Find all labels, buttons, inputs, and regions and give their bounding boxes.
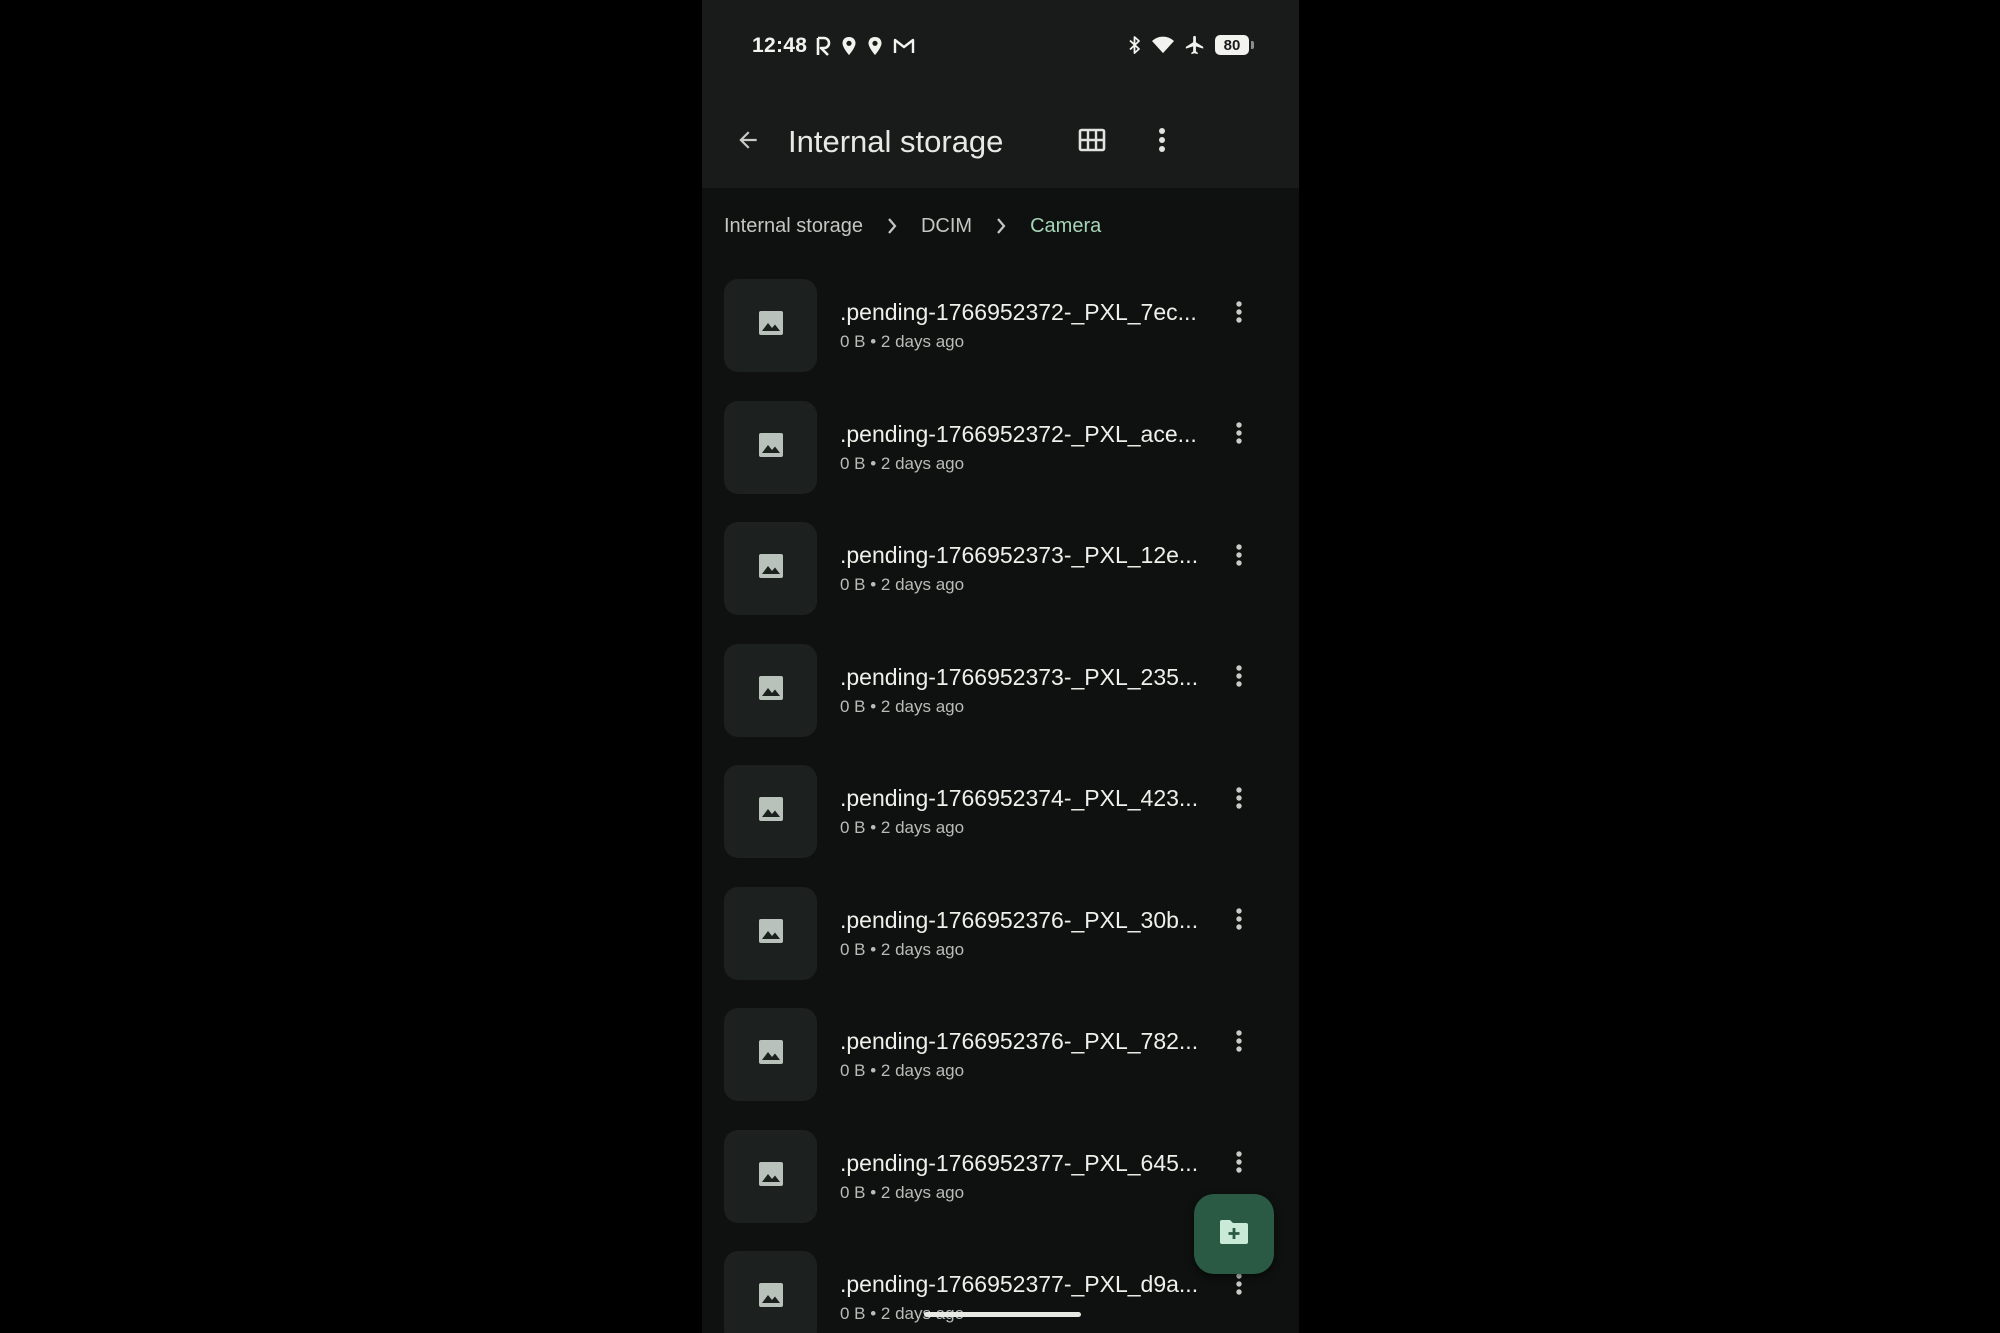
file-meta: 0 B • 2 days ago <box>840 696 965 716</box>
more-vert-icon <box>1235 664 1243 693</box>
battery-indicator: 80 <box>1215 35 1254 55</box>
status-bar: 12:48 80 <box>702 0 1299 96</box>
more-vert-icon <box>1235 1150 1243 1179</box>
file-thumbnail <box>724 522 817 615</box>
location-pin-icon <box>867 36 883 56</box>
arrow-back-icon <box>735 127 761 158</box>
grid-view-button[interactable] <box>1068 118 1116 166</box>
more-vert-icon <box>1235 421 1243 450</box>
file-meta: 0 B • 2 days ago <box>840 453 965 473</box>
image-file-icon <box>758 918 784 949</box>
file-thumbnail <box>724 886 817 980</box>
more-vert-icon <box>1235 300 1243 329</box>
file-list-item[interactable]: .pending-1766952376-_PXL_30b... 0 B • 2 … <box>702 886 1299 1009</box>
file-more-button[interactable] <box>1224 542 1254 572</box>
file-list-item[interactable]: .pending-1766952372-_PXL_7ec... 0 B • 2 … <box>702 279 1299 401</box>
file-list-item[interactable]: .pending-1766952374-_PXL_423... 0 B • 2 … <box>702 765 1299 887</box>
file-thumbnail <box>724 279 817 372</box>
more-vert-icon <box>1235 907 1243 936</box>
file-more-button[interactable] <box>1224 1271 1254 1301</box>
file-more-button[interactable] <box>1224 1028 1254 1058</box>
status-time: 12:48 <box>752 34 808 57</box>
location-pin-icon <box>841 36 857 56</box>
file-list-item[interactable]: .pending-1766952376-_PXL_782... 0 B • 2 … <box>702 1008 1299 1130</box>
chevron-right-icon <box>863 217 921 235</box>
new-folder-button[interactable] <box>1194 1194 1274 1274</box>
more-vert-icon <box>1235 543 1243 572</box>
airplane-icon <box>1184 34 1206 56</box>
file-name: .pending-1766952374-_PXL_423... <box>840 785 1199 811</box>
file-name: .pending-1766952377-_PXL_d9a... <box>840 1271 1199 1297</box>
file-more-button[interactable] <box>1224 299 1254 329</box>
image-file-icon <box>758 1161 784 1192</box>
gmail-icon <box>893 37 915 55</box>
image-file-icon <box>758 1282 784 1313</box>
file-list-item[interactable]: .pending-1766952373-_PXL_12e... 0 B • 2 … <box>702 522 1299 644</box>
page-title: Internal storage <box>788 124 1004 159</box>
file-more-button[interactable] <box>1224 785 1254 815</box>
file-thumbnail <box>724 765 817 858</box>
breadcrumb-item-camera[interactable]: Camera <box>1030 208 1101 244</box>
back-button[interactable] <box>724 118 772 166</box>
file-name: .pending-1766952377-_PXL_645... <box>840 1149 1199 1176</box>
image-file-icon <box>758 675 784 706</box>
breadcrumb: Internal storage DCIM Camera <box>724 208 1101 244</box>
app-bar: Internal storage <box>702 96 1299 188</box>
overflow-menu-button[interactable] <box>1138 118 1186 166</box>
file-more-button[interactable] <box>1224 1150 1254 1180</box>
image-file-icon <box>758 310 784 341</box>
file-list-item[interactable]: .pending-1766952372-_PXL_ace... 0 B • 2 … <box>702 400 1299 523</box>
more-vert-icon <box>1235 786 1243 815</box>
file-thumbnail <box>724 400 817 494</box>
file-name: .pending-1766952376-_PXL_782... <box>840 1028 1199 1054</box>
more-vert-icon <box>1158 127 1166 158</box>
file-name: .pending-1766952372-_PXL_ace... <box>840 420 1197 447</box>
more-vert-icon <box>1235 1272 1243 1301</box>
file-more-button[interactable] <box>1224 664 1254 694</box>
grid-view-icon <box>1078 127 1106 158</box>
new-folder-icon <box>1218 1218 1250 1251</box>
file-meta: 0 B • 2 days ago <box>840 575 965 594</box>
r-icon <box>815 36 831 56</box>
file-name: .pending-1766952372-_PXL_7ec... <box>840 299 1197 325</box>
status-notification-icons <box>815 36 915 56</box>
file-thumbnail <box>724 643 817 737</box>
gesture-nav-bar[interactable] <box>924 1312 1081 1317</box>
image-file-icon <box>758 553 784 584</box>
image-file-icon <box>758 796 784 827</box>
file-meta: 0 B • 2 days ago <box>840 332 965 351</box>
file-name: .pending-1766952373-_PXL_235... <box>840 663 1199 690</box>
wifi-icon <box>1151 35 1175 55</box>
file-meta: 0 B • 2 days ago <box>840 1061 965 1080</box>
file-list-item[interactable]: .pending-1766952373-_PXL_235... 0 B • 2 … <box>702 643 1299 766</box>
file-thumbnail <box>724 1008 817 1101</box>
file-more-button[interactable] <box>1224 421 1254 451</box>
file-thumbnail <box>724 1251 817 1333</box>
file-meta: 0 B • 2 days ago <box>840 939 965 959</box>
file-meta: 0 B • 2 days ago <box>840 818 965 837</box>
file-name: .pending-1766952373-_PXL_12e... <box>840 542 1199 568</box>
more-vert-icon <box>1235 1029 1243 1058</box>
breadcrumb-item-dcim[interactable]: DCIM <box>921 208 972 244</box>
bluetooth-icon <box>1128 35 1142 55</box>
chevron-right-icon <box>972 217 1030 235</box>
file-meta: 0 B • 2 days ago <box>840 1182 965 1202</box>
status-system-icons: 80 <box>1128 34 1254 56</box>
file-thumbnail <box>724 1129 817 1223</box>
file-more-button[interactable] <box>1224 907 1254 937</box>
phone-screen: 12:48 80 Internal storage Internal stora… <box>702 0 1299 1333</box>
image-file-icon <box>758 1039 784 1070</box>
image-file-icon <box>758 432 784 463</box>
file-name: .pending-1766952376-_PXL_30b... <box>840 906 1199 933</box>
breadcrumb-item-internal-storage[interactable]: Internal storage <box>724 208 863 244</box>
